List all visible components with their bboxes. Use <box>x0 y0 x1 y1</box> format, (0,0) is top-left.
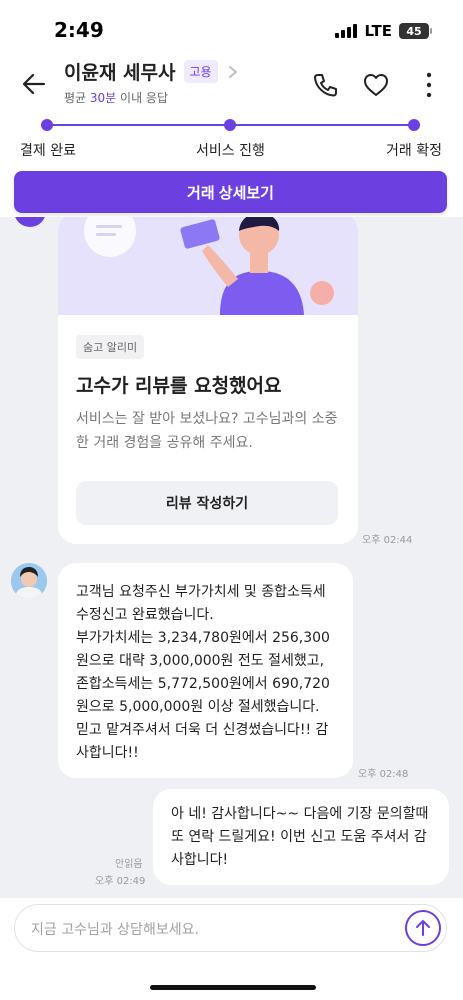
step-service-in-progress: 서비스 진행 <box>196 143 265 159</box>
expert-avatar[interactable] <box>11 563 47 599</box>
chevron-right-icon[interactable] <box>226 65 240 79</box>
battery-icon: 45 <box>399 23 432 39</box>
response-suffix: 이내 응답 <box>116 91 169 105</box>
chat-area[interactable]: 숨고 알리미 고수가 리뷰를 요청했어요 서비스는 잘 받아 보셨나요? 고수님… <box>0 217 463 898</box>
response-time-value: 30분 <box>89 91 117 105</box>
progress-dot-service <box>224 119 236 131</box>
status-indicators: LTE 45 <box>335 22 432 40</box>
chat-header: 이윤재 세무사 고용 평균 30분 이내 응답 <box>0 58 463 114</box>
review-body: 서비스는 잘 받아 보셨나요? 고수님과의 소중한 거래 경험을 공유해 주세요… <box>76 411 338 451</box>
expert-name[interactable]: 이윤재 세무사 <box>64 58 176 85</box>
unread-status: 안읽음 <box>115 859 143 870</box>
outgoing-message-time: 오후 02:49 <box>95 876 146 887</box>
review-illustration <box>58 217 358 315</box>
signal-icon <box>335 24 358 38</box>
send-button[interactable] <box>405 910 441 946</box>
arrow-up-icon <box>416 920 430 936</box>
message-input-bar: 지금 고수님과 상담해보세요. <box>0 898 463 1000</box>
incoming-message: 고객님 요청주신 부가가치세 및 종합소득세 수정신고 완료했습니다. 부가가치… <box>58 563 353 778</box>
response-time-text: 평균 30분 이내 응답 <box>64 89 168 106</box>
incoming-message-time: 오후 02:48 <box>358 769 409 780</box>
review-request-card: 숨고 알리미 고수가 리뷰를 요청했어요 서비스는 잘 받아 보셨나요? 고수님… <box>58 217 358 544</box>
step-payment-complete: 결제 완료 <box>20 143 76 159</box>
status-bar: 2:49 LTE 45 <box>0 0 463 58</box>
phone-icon[interactable] <box>310 70 340 100</box>
progress-dot-payment <box>41 119 53 131</box>
notice-tag: 숨고 알리미 <box>76 335 145 359</box>
review-title: 고수가 리뷰를 요청했어요 <box>76 375 282 397</box>
battery-level: 45 <box>406 24 422 38</box>
heart-icon[interactable] <box>361 70 391 100</box>
home-indicator <box>150 985 316 990</box>
deal-detail-button[interactable]: 거래 상세보기 <box>14 171 447 213</box>
message-input-placeholder[interactable]: 지금 고수님과 상담해보세요. <box>31 919 199 939</box>
outgoing-message: 아 네! 감사합니다~~ 다음에 기장 문의할때 또 연락 드릴게요! 이번 신… <box>153 789 449 885</box>
progress-dot-confirm <box>408 119 420 131</box>
message-input[interactable]: 지금 고수님과 상담해보세요. <box>14 904 447 952</box>
status-time: 2:49 <box>54 18 104 42</box>
back-arrow-icon[interactable] <box>20 70 48 98</box>
review-card-time: 오후 02:44 <box>362 535 413 546</box>
more-vertical-icon[interactable] <box>414 70 444 100</box>
system-avatar <box>14 217 46 227</box>
network-type: LTE <box>364 22 392 40</box>
transaction-progress: 결제 완료 서비스 진행 거래 확정 <box>0 114 463 172</box>
step-deal-confirmed: 거래 확정 <box>386 143 442 159</box>
write-review-button[interactable]: 리뷰 작성하기 <box>76 481 338 525</box>
expert-title-row[interactable]: 이윤재 세무사 고용 <box>64 58 240 85</box>
expert-avatar-image <box>11 563 47 599</box>
hire-badge: 고용 <box>183 60 218 83</box>
response-prefix: 평균 <box>64 91 90 105</box>
